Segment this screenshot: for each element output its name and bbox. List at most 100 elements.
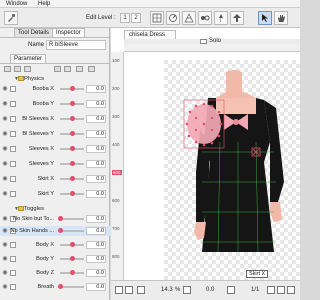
eye-icon[interactable]: ◉ — [1, 160, 9, 168]
parameter-row[interactable]: ◉ Bl Sleeves Y 0.0 — [0, 129, 110, 139]
row-checkbox[interactable] — [10, 101, 16, 107]
first-page-icon[interactable] — [267, 286, 275, 294]
grid-icon[interactable] — [76, 66, 83, 72]
parameter-value-input[interactable]: 0.0 — [86, 241, 106, 249]
link-icon[interactable] — [64, 66, 71, 72]
row-checkbox[interactable] — [10, 284, 16, 290]
parameter-row[interactable]: ◉ Body Z 0.0 — [0, 268, 110, 278]
parameter-row[interactable]: ◉ Skirt Y 0.0 — [0, 189, 110, 199]
eye-icon[interactable]: ◉ — [1, 100, 9, 108]
eye-icon[interactable]: ◉ — [1, 227, 9, 235]
rotate-icon[interactable] — [227, 286, 235, 294]
arrow-up-icon[interactable] — [230, 11, 244, 25]
parameter-row[interactable]: ◉ Body Y 0.0 — [0, 254, 110, 264]
slider-knob[interactable] — [69, 176, 75, 181]
parameter-slider[interactable] — [57, 228, 84, 233]
slider-knob[interactable] — [69, 270, 75, 275]
row-checkbox[interactable] — [10, 86, 16, 92]
next-page-icon[interactable] — [287, 286, 295, 294]
parameter-row[interactable]: ◉ Booba X 0.0 — [0, 84, 110, 94]
slider-knob[interactable] — [69, 191, 75, 196]
warp-deformer-icon[interactable] — [150, 11, 164, 25]
parameter-value-input[interactable]: 0.0 — [86, 190, 106, 198]
row-checkbox[interactable] — [10, 176, 16, 182]
row-checkbox[interactable] — [10, 242, 16, 248]
tab-inspector[interactable]: Inspector — [52, 28, 85, 37]
edit-level-1-button[interactable]: 1 — [120, 13, 130, 23]
add-parameter-icon[interactable] — [4, 66, 11, 72]
parameter-value-input[interactable]: 0.0 — [86, 255, 106, 263]
eye-icon[interactable]: ◉ — [1, 115, 9, 123]
slider-knob[interactable] — [57, 284, 63, 289]
rotation-deformer-icon[interactable] — [166, 11, 180, 25]
parameter-slider[interactable] — [60, 101, 84, 106]
parameter-row[interactable]: ◉ Booba Y 0.0 — [0, 99, 110, 109]
eye-icon[interactable]: ◉ — [1, 85, 9, 93]
parameter-slider[interactable] — [60, 146, 84, 151]
row-checkbox[interactable] — [10, 191, 16, 197]
parameter-value-input[interactable]: 0.0 — [86, 160, 106, 168]
parameter-row[interactable]: ◉ No Skin but To... 0.0 — [0, 214, 110, 224]
parameter-slider[interactable] — [57, 216, 84, 221]
name-field[interactable]: R blSleeve — [46, 40, 106, 50]
reset-icon[interactable] — [24, 66, 31, 72]
tab-parameter[interactable]: Parameter — [10, 54, 47, 63]
parameter-row[interactable]: ◉ Skirt X 0.0 — [0, 174, 110, 184]
parameter-value-input[interactable]: 0.0 — [86, 227, 106, 235]
slider-knob[interactable] — [69, 256, 75, 261]
parameter-row[interactable]: ◉ Body X 0.0 — [0, 240, 110, 250]
parameter-value-input[interactable]: 0.0 — [86, 215, 106, 223]
eye-icon[interactable]: ◉ — [1, 130, 9, 138]
physics-group[interactable]: ▼ Physics — [0, 74, 110, 84]
parameter-row[interactable]: ◉ Breath 0.0 — [0, 282, 110, 292]
parameter-value-input[interactable]: 0.0 — [86, 85, 106, 93]
select-arrow-icon[interactable] — [258, 11, 272, 25]
toggles-group[interactable]: ▼ Toggles — [0, 204, 110, 214]
hand-tool-icon[interactable] — [274, 11, 288, 25]
document-tab[interactable]: chisela Dress — [124, 30, 176, 39]
parameter-value-input[interactable]: 0.0 — [86, 130, 106, 138]
parameter-slider[interactable] — [60, 176, 84, 181]
slider-knob[interactable] — [69, 242, 75, 247]
folder-icon[interactable] — [14, 66, 21, 72]
parameter-slider[interactable] — [60, 86, 84, 91]
menu-help[interactable]: Help — [38, 0, 50, 8]
parameter-slider[interactable] — [60, 242, 84, 247]
model-canvas[interactable]: Skirt X — [124, 52, 300, 290]
parameter-row[interactable]: ◉ Bl Sleeves X 0.0 — [0, 114, 110, 124]
parameter-row[interactable]: ◉ No Skin Hands ... 0.0 — [0, 226, 110, 236]
eye-icon[interactable]: ◉ — [1, 283, 9, 291]
menu-window[interactable]: Window — [6, 0, 27, 8]
slider-knob[interactable] — [69, 86, 75, 91]
parameter-row[interactable]: ◉ Sleeves X 0.0 — [0, 144, 110, 154]
eye-icon[interactable]: ◉ — [1, 269, 9, 277]
parameter-value-input[interactable]: 0.0 — [86, 175, 106, 183]
eyedropper-icon[interactable] — [4, 11, 18, 25]
parameter-slider[interactable] — [60, 270, 84, 275]
zoom-value[interactable]: 14.3 — [161, 285, 173, 295]
parameter-value-input[interactable]: 0.0 — [86, 115, 106, 123]
slider-knob[interactable] — [57, 228, 63, 233]
eye-icon[interactable]: ◉ — [1, 255, 9, 263]
mesh-edit-icon[interactable] — [182, 11, 196, 25]
row-checkbox[interactable] — [10, 146, 16, 152]
slider-knob[interactable] — [69, 101, 75, 106]
parameter-slider[interactable] — [60, 116, 84, 121]
view-toggle-icon[interactable] — [115, 286, 123, 294]
row-checkbox[interactable] — [10, 116, 16, 122]
eye-icon[interactable]: ◉ — [1, 145, 9, 153]
camera-icon[interactable] — [125, 286, 133, 294]
edit-level-2-button[interactable]: 2 — [131, 13, 141, 23]
flip-icon[interactable] — [137, 286, 145, 294]
row-checkbox[interactable] — [10, 270, 16, 276]
prev-page-icon[interactable] — [277, 286, 285, 294]
slider-knob[interactable] — [69, 116, 75, 121]
eye-icon[interactable]: ◉ — [1, 175, 9, 183]
parameter-value-input[interactable]: 0.0 — [86, 100, 106, 108]
parameter-row[interactable]: ◉ Sleeves Y 0.0 — [0, 159, 110, 169]
key-icon[interactable] — [54, 66, 61, 72]
row-checkbox[interactable] — [10, 256, 16, 262]
parameter-value-input[interactable]: 0.0 — [86, 145, 106, 153]
parameter-value-input[interactable]: 0.0 — [86, 283, 106, 291]
slider-knob[interactable] — [69, 146, 75, 151]
